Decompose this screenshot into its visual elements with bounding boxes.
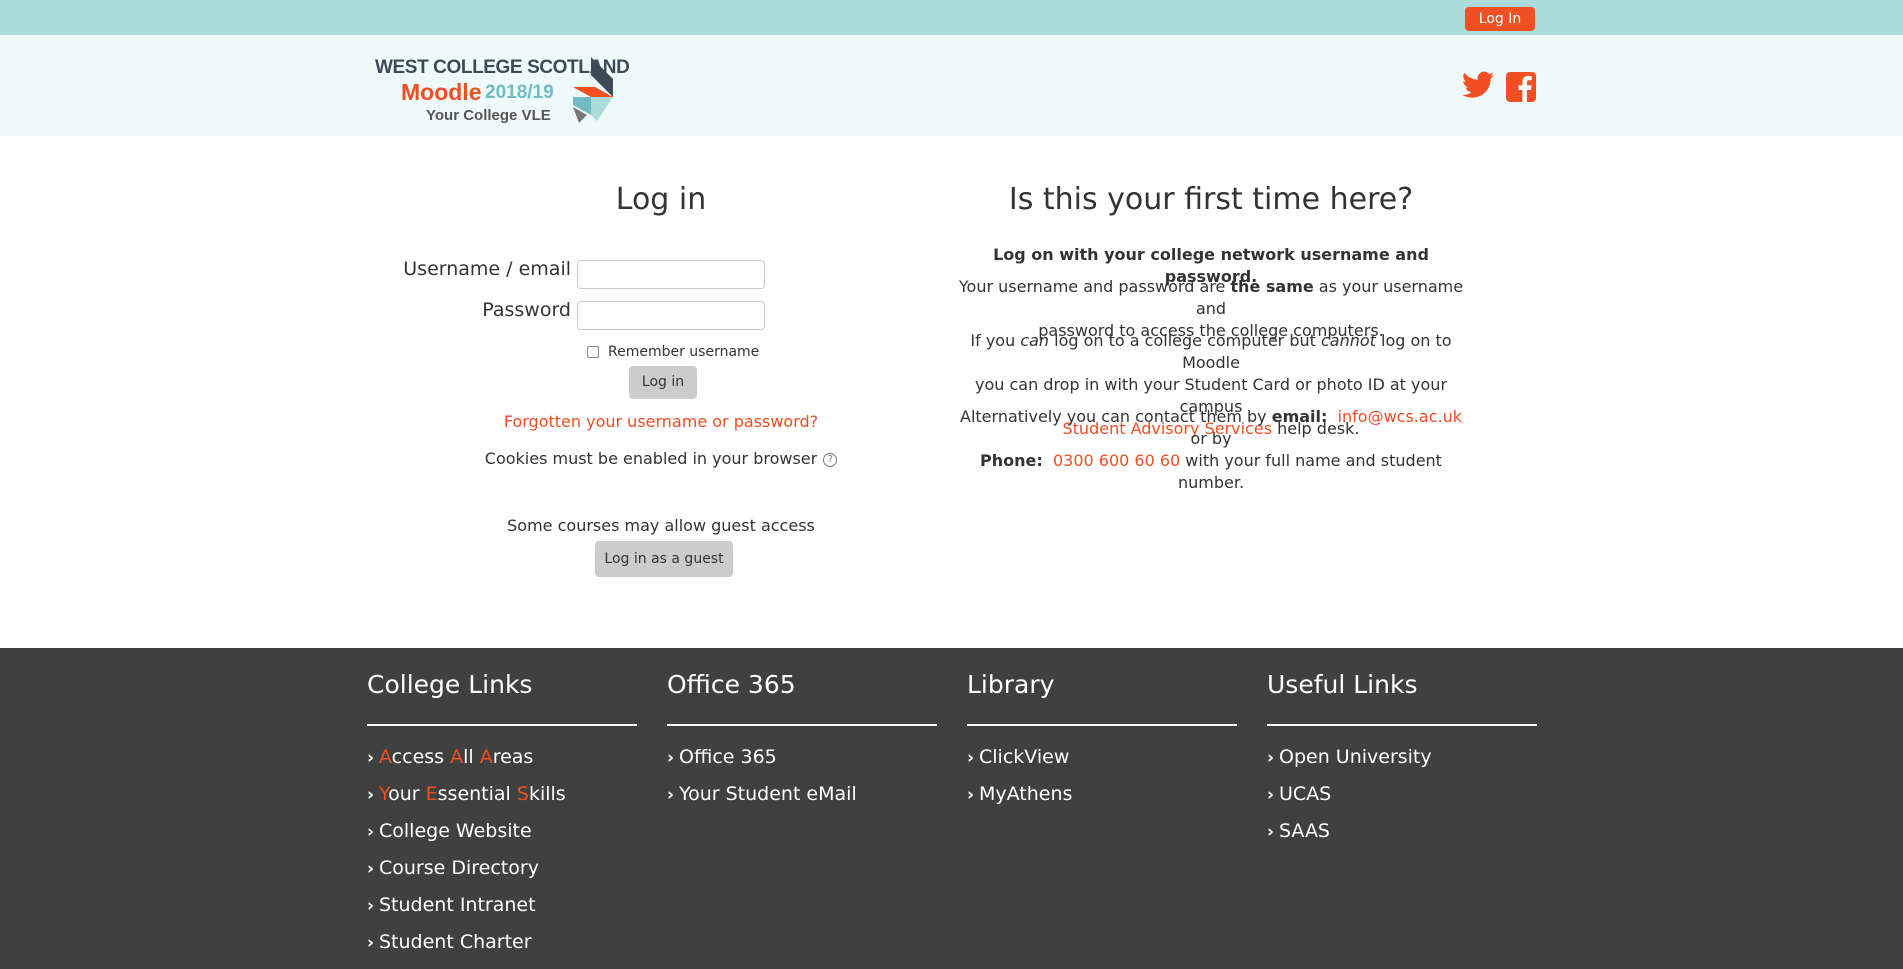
footer-link-course-directory[interactable]: › Course Directory (367, 857, 566, 894)
para2-can: can (1020, 331, 1050, 350)
footer-link-open-university[interactable]: › Open University (1267, 746, 1432, 783)
footer-link-label: ClickView (979, 746, 1070, 768)
chevron-right-icon: › (367, 933, 375, 953)
footer-link-access-all-areas[interactable]: › Access All Areas (367, 746, 566, 783)
yes-rest-3: kills (528, 783, 566, 805)
twitter-icon[interactable] (1462, 71, 1494, 99)
chevron-right-icon: › (367, 748, 375, 768)
facebook-icon[interactable] (1505, 71, 1537, 103)
chevron-right-icon: › (1267, 748, 1275, 768)
username-label: Username / email (403, 258, 571, 280)
yes-rest-2: ssential (437, 783, 517, 805)
para2-text-b: log on to a college computer but (1049, 331, 1321, 350)
yes-rest-1: our (388, 783, 426, 805)
footer-office-title: Office 365 (667, 670, 796, 699)
footer-link-label: SAAS (1279, 820, 1330, 842)
footer-link-college-website[interactable]: › College Website (367, 820, 566, 857)
logo-tagline: Your College VLE (426, 107, 551, 124)
site-footer: College Links › Access All Areas › Your Es… (0, 648, 1903, 969)
email-link[interactable]: info@wcs.ac.uk (1338, 407, 1462, 426)
footer-link-label: MyAthens (979, 783, 1073, 805)
login-title: Log in (615, 182, 707, 217)
footer-divider (367, 724, 637, 726)
footer-useful-title: Useful Links (1267, 670, 1418, 699)
footer-link-student-email[interactable]: › Your Student eMail (667, 783, 857, 820)
footer-link-ucas[interactable]: › UCAS (1267, 783, 1432, 820)
email-label: email: (1271, 407, 1328, 426)
chevron-right-icon: › (667, 785, 675, 805)
help-icon[interactable]: ? (823, 452, 838, 467)
remember-label: Remember username (608, 344, 760, 360)
phone-link[interactable]: 0300 600 60 60 (1053, 451, 1180, 470)
logo-year: 2018/19 (485, 82, 554, 103)
chevron-right-icon: › (1267, 822, 1275, 842)
footer-link-label: Student Charter (379, 931, 532, 953)
para3-text-a: Alternatively you can contact them by (960, 407, 1272, 426)
username-input[interactable] (577, 260, 765, 289)
footer-library-title: Library (967, 670, 1055, 699)
site-header: WEST COLLEGE SCOTLAND Moodle 2018/19 You… (0, 35, 1903, 136)
chevron-right-icon: › (967, 785, 975, 805)
footer-link-label: Course Directory (379, 857, 539, 879)
para3-text-c: with your full name and student number. (1177, 451, 1442, 492)
chevron-right-icon: › (667, 748, 675, 768)
footer-link-label: Your Student eMail (679, 783, 857, 805)
footer-link-clickview[interactable]: › ClickView (967, 746, 1072, 783)
aaa-rest-3: reas (492, 746, 534, 768)
yes-letter-1: Y (379, 783, 389, 805)
remember-checkbox[interactable] (587, 346, 599, 358)
chevron-right-icon: › (1267, 785, 1275, 805)
password-input[interactable] (577, 301, 765, 330)
logo-mark-icon (573, 57, 613, 123)
top-bar: Log In (0, 0, 1903, 35)
cookies-text: Cookies must be enabled in your browser (484, 449, 818, 468)
phone-label: Phone: (980, 451, 1043, 470)
footer-link-student-charter[interactable]: › Student Charter (367, 931, 566, 968)
cookies-notice: Cookies must be enabled in your browser? (375, 449, 947, 468)
footer-divider (1267, 724, 1537, 726)
footer-college-title: College Links (367, 670, 533, 699)
top-login-button[interactable]: Log In (1465, 7, 1535, 31)
aaa-rest-2: ll (463, 746, 480, 768)
chevron-right-icon: › (367, 859, 375, 879)
first-time-title: Is this your first time here? (1008, 182, 1414, 217)
college-logo[interactable]: WEST COLLEGE SCOTLAND Moodle 2018/19 You… (375, 55, 630, 125)
footer-link-label: College Website (379, 820, 532, 842)
chevron-right-icon: › (367, 822, 375, 842)
chevron-right-icon: › (367, 896, 375, 916)
yes-letter-3: S (516, 783, 529, 805)
footer-link-myathens[interactable]: › MyAthens (967, 783, 1072, 820)
chevron-right-icon: › (367, 785, 375, 805)
yes-letter-2: E (425, 783, 438, 805)
aaa-letter-2: A (450, 746, 464, 768)
para1-text-a: Your username and password are (958, 277, 1231, 296)
footer-link-office-365[interactable]: › Office 365 (667, 746, 857, 783)
first-time-para-3: Alternatively you can contact them by em… (950, 406, 1472, 494)
footer-link-your-essential-skills[interactable]: › Your Essential Skills (367, 783, 566, 820)
footer-link-label: Open University (1279, 746, 1432, 768)
footer-link-label: Office 365 (679, 746, 777, 768)
para2-text-a: If you (970, 331, 1021, 350)
logo-brand: Moodle (401, 79, 482, 105)
aaa-letter-3: A (479, 746, 493, 768)
para2-cannot: cannot (1321, 331, 1376, 350)
chevron-right-icon: › (967, 748, 975, 768)
footer-link-saas[interactable]: › SAAS (1267, 820, 1432, 857)
para3-text-b: or by (1190, 429, 1232, 448)
login-submit-button[interactable]: Log in (629, 366, 697, 399)
aaa-rest-1: ccess (391, 746, 451, 768)
footer-divider (667, 724, 937, 726)
footer-link-label: Student Intranet (379, 894, 536, 916)
aaa-letter-1: A (379, 746, 392, 768)
guest-access-text: Some courses may allow guest access (507, 516, 815, 535)
guest-login-button[interactable]: Log in as a guest (595, 541, 733, 577)
para1-bold: the same (1230, 277, 1314, 296)
footer-divider (967, 724, 1237, 726)
footer-link-label: UCAS (1279, 783, 1332, 805)
forgot-password-link[interactable]: Forgotten your username or password? (375, 412, 947, 431)
footer-link-student-intranet[interactable]: › Student Intranet (367, 894, 566, 931)
password-label: Password (482, 299, 571, 321)
